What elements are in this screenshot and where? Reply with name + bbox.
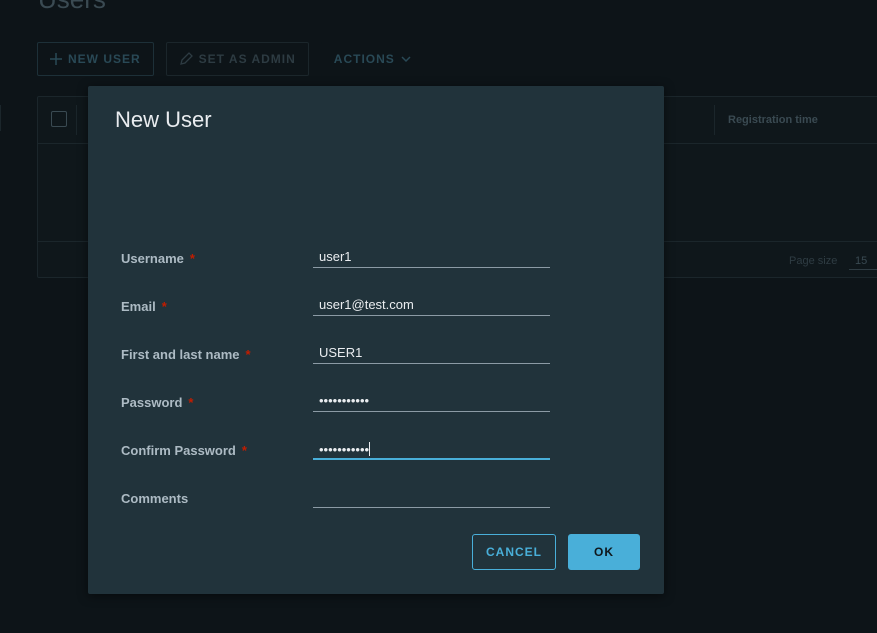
required-mark: * [241, 443, 247, 458]
new-user-button[interactable]: NEW USER [37, 42, 154, 76]
confirm-password-value: ••••••••••• [319, 442, 370, 457]
actions-dropdown[interactable]: ACTIONS [320, 42, 424, 76]
name-row: First and last name * USER1 [121, 338, 561, 368]
column-separator [76, 105, 77, 135]
column-separator [0, 105, 1, 131]
confirm-password-label: Confirm Password * [121, 443, 247, 458]
modal-title: New User [115, 107, 212, 132]
comments-row: Comments [121, 482, 561, 512]
actions-label: ACTIONS [333, 52, 395, 66]
comments-label: Comments [121, 491, 189, 506]
email-label: Email * [121, 299, 167, 314]
toolbar: NEW USER SET AS ADMIN ACTIONS [37, 42, 424, 78]
column-separator [714, 105, 715, 135]
password-input[interactable]: ••••••••••• [313, 386, 550, 412]
required-mark: * [245, 347, 251, 362]
set-as-admin-button[interactable]: SET AS ADMIN [165, 42, 309, 76]
username-input[interactable]: user1 [313, 242, 550, 268]
column-header-registration-time[interactable]: Registration time [728, 114, 818, 126]
set-as-admin-label: SET AS ADMIN [198, 52, 296, 66]
pencil-icon [179, 52, 193, 65]
page-size-select[interactable]: 15 [849, 252, 877, 270]
new-user-modal: New User Username * user1 Email * user1@te… [88, 86, 664, 594]
cancel-button[interactable]: CANCEL [472, 534, 556, 570]
name-input[interactable]: USER1 [313, 338, 550, 364]
password-label: Password * [121, 395, 194, 410]
name-label: First and last name * [121, 347, 251, 362]
username-row: Username * user1 [121, 242, 561, 272]
select-all-checkbox[interactable] [51, 111, 67, 127]
email-input[interactable]: user1@test.com [313, 290, 550, 316]
plus-icon [50, 53, 62, 65]
new-user-label: NEW USER [68, 52, 141, 66]
password-row: Password * ••••••••••• [121, 386, 561, 416]
required-mark: * [161, 299, 167, 314]
page-size-label: Page size [789, 255, 838, 267]
email-row: Email * user1@test.com [121, 290, 561, 320]
ok-button[interactable]: OK [568, 534, 640, 570]
text-caret [369, 442, 371, 456]
comments-input[interactable] [313, 482, 550, 508]
confirm-password-input[interactable]: ••••••••••• [313, 434, 550, 460]
confirm-password-row: Confirm Password * ••••••••••• [121, 434, 561, 464]
username-label: Username * [121, 251, 195, 266]
page-title: Users [38, 0, 106, 15]
required-mark: * [188, 395, 194, 410]
chevron-down-icon [401, 56, 411, 63]
required-mark: * [189, 251, 195, 266]
